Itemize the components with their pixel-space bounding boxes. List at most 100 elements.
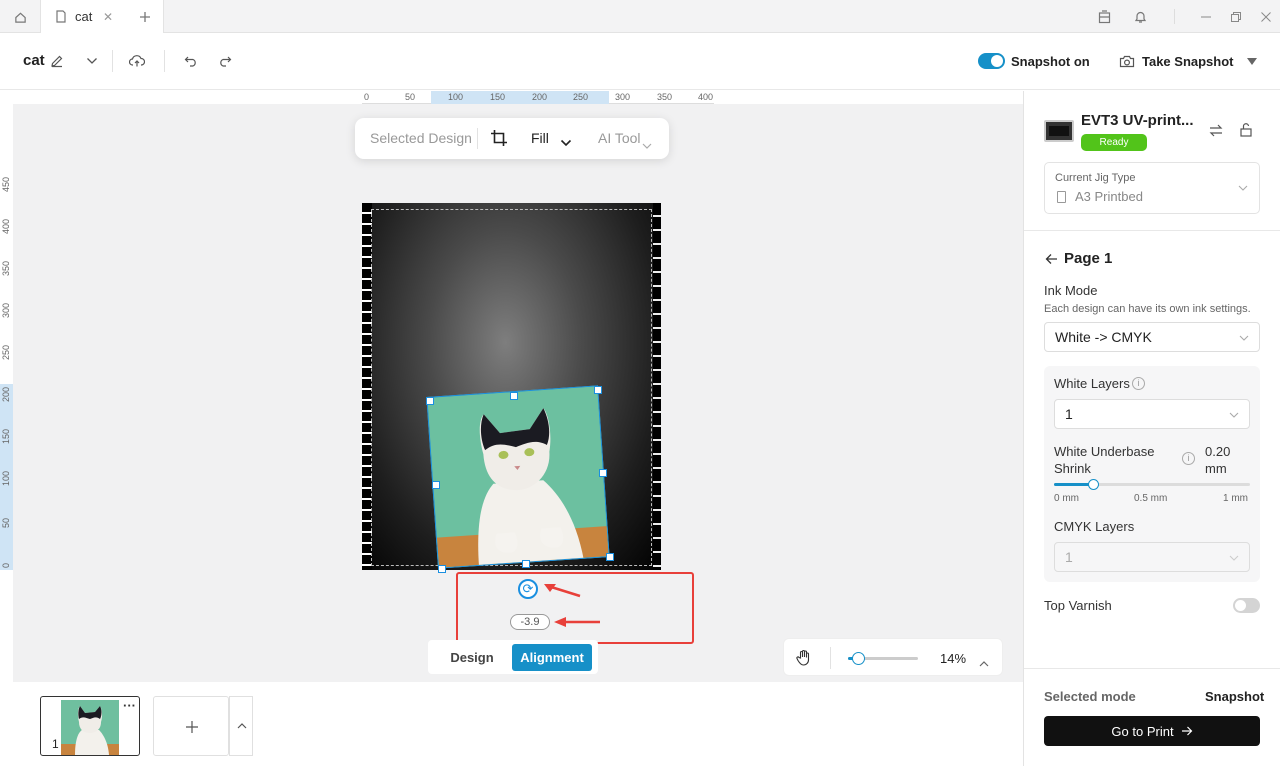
undo-icon[interactable] xyxy=(182,53,200,69)
bell-icon[interactable] xyxy=(1131,8,1149,26)
horizontal-ruler: 0 50 100 150 200 250 300 350 400 xyxy=(362,91,714,104)
ruler-tick-label: 350 xyxy=(657,92,673,102)
floating-toolbar: Selected Design Fill AI Tool xyxy=(355,118,669,159)
chevron-down-icon[interactable] xyxy=(560,134,572,147)
info-icon[interactable]: i xyxy=(1132,377,1145,390)
close-window-icon[interactable] xyxy=(1257,8,1275,26)
resize-handle[interactable] xyxy=(522,560,530,568)
cmyk-layers-label: CMYK Layers xyxy=(1054,519,1135,534)
hand-icon[interactable] xyxy=(796,649,814,667)
ruler-tick-label: 0 xyxy=(1,562,11,568)
go-to-print-button[interactable]: Go to Print xyxy=(1044,716,1260,746)
divider xyxy=(477,128,478,149)
add-page-button[interactable] xyxy=(153,696,229,756)
chevron-down-icon[interactable] xyxy=(84,53,100,69)
new-tab-icon[interactable] xyxy=(136,8,154,26)
restore-icon[interactable] xyxy=(1227,8,1245,26)
printbed-icon xyxy=(1057,191,1066,203)
camera-icon[interactable] xyxy=(1118,53,1136,69)
crop-icon[interactable] xyxy=(490,129,508,147)
white-layers-value: 1 xyxy=(1065,406,1073,422)
back-arrow-icon[interactable] xyxy=(1045,252,1059,264)
ruler-tick-label: 100 xyxy=(1,470,11,486)
ruler-tick-label: 250 xyxy=(1,344,11,360)
ruler-tick-label: 50 xyxy=(1,517,11,528)
tab-alignment[interactable]: Alignment xyxy=(512,644,592,671)
info-icon[interactable]: i xyxy=(1182,452,1195,465)
close-tab-icon[interactable]: ✕ xyxy=(103,10,113,24)
ai-tool-dropdown[interactable]: AI Tool xyxy=(598,130,641,146)
package-icon[interactable] xyxy=(1095,8,1113,26)
document-title[interactable]: cat xyxy=(23,52,45,69)
rotate-icon[interactable]: ⟳ xyxy=(518,579,538,599)
cmyk-layers-value: 1 xyxy=(1065,549,1073,565)
selected-design-label: Selected Design xyxy=(370,130,472,146)
page-number: 1 xyxy=(52,737,59,751)
cmyk-layers-select[interactable]: 1 xyxy=(1054,542,1250,572)
page-thumbnail[interactable]: ··· 1 xyxy=(40,696,140,756)
collapse-thumbnails-button[interactable] xyxy=(229,696,253,756)
redo-icon[interactable] xyxy=(216,53,234,69)
edit-icon[interactable] xyxy=(49,53,65,69)
go-to-print-label: Go to Print xyxy=(1111,723,1174,739)
cat-photo[interactable] xyxy=(426,385,610,569)
toolbar: cat Snapshot on Take Snapshot xyxy=(0,33,1280,90)
home-icon[interactable] xyxy=(11,8,29,26)
snapshot-toggle-label: Snapshot on xyxy=(1011,54,1090,69)
file-icon xyxy=(56,10,66,23)
ruler-tick-label: 0 xyxy=(364,92,370,102)
divider xyxy=(1024,230,1280,231)
chevron-down-icon xyxy=(1229,555,1239,561)
top-varnish-label: Top Varnish xyxy=(1044,598,1112,613)
annotation-arrow xyxy=(544,584,581,598)
resize-handle[interactable] xyxy=(432,481,440,489)
selected-mode-value: Snapshot xyxy=(1205,689,1265,704)
resize-handle[interactable] xyxy=(594,386,602,394)
take-snapshot-button[interactable]: Take Snapshot xyxy=(1142,54,1234,69)
rotation-angle-input[interactable]: -3.9 xyxy=(510,614,550,630)
page-title: Page 1 xyxy=(1064,250,1113,267)
minimize-icon[interactable] xyxy=(1197,8,1215,26)
snapshot-toggle[interactable] xyxy=(978,53,1005,69)
resize-handle[interactable] xyxy=(426,397,434,405)
ruler-tick-label: 150 xyxy=(1,428,11,444)
selected-mode-label: Selected mode xyxy=(1044,689,1136,704)
top-varnish-toggle[interactable] xyxy=(1233,598,1260,613)
tab-design[interactable]: Design xyxy=(440,646,504,670)
resize-handle[interactable] xyxy=(510,392,518,400)
arrow-right-icon xyxy=(1181,726,1192,736)
ruler-tick-label: 50 xyxy=(405,92,416,102)
fill-dropdown[interactable]: Fill xyxy=(531,130,549,146)
cloud-upload-icon[interactable] xyxy=(128,53,146,69)
jig-label: Current Jig Type xyxy=(1055,172,1136,184)
zoom-slider[interactable] xyxy=(848,652,918,665)
annotation-arrow xyxy=(554,617,600,627)
ink-mode-select[interactable]: White -> CMYK xyxy=(1044,322,1260,352)
divider xyxy=(1174,9,1175,24)
shrink-slider[interactable] xyxy=(1054,479,1250,490)
chevron-down-icon[interactable] xyxy=(642,136,652,149)
shrink-min: 0 mm xyxy=(1054,493,1079,504)
resize-handle[interactable] xyxy=(606,553,614,561)
white-layers-label: White Layers xyxy=(1054,376,1130,391)
device-name: EVT3 UV-print... xyxy=(1081,112,1194,129)
resize-handle[interactable] xyxy=(438,565,446,573)
jig-type-select[interactable]: Current Jig Type A3 Printbed xyxy=(1044,162,1260,214)
ruler-tick-label: 450 xyxy=(1,176,11,192)
switch-device-icon[interactable] xyxy=(1209,124,1225,138)
jig-value: A3 Printbed xyxy=(1075,189,1143,204)
chevron-down-icon xyxy=(1229,412,1239,418)
unlock-icon[interactable] xyxy=(1239,122,1255,138)
ruler-tick-label: 350 xyxy=(1,260,11,276)
shrink-label: White Underbase Shrink xyxy=(1054,444,1155,476)
more-icon[interactable]: ··· xyxy=(123,698,136,713)
thumbnail-image xyxy=(61,700,119,755)
chevron-up-icon[interactable] xyxy=(979,654,989,667)
caret-down-icon[interactable] xyxy=(1245,55,1259,67)
printer-image xyxy=(1044,120,1074,142)
zoom-value: 14% xyxy=(940,651,967,666)
ruler-tick-label: 400 xyxy=(1,218,11,234)
white-layers-select[interactable]: 1 xyxy=(1054,399,1250,429)
zoom-slider-thumb[interactable] xyxy=(851,652,865,665)
resize-handle[interactable] xyxy=(599,469,607,477)
